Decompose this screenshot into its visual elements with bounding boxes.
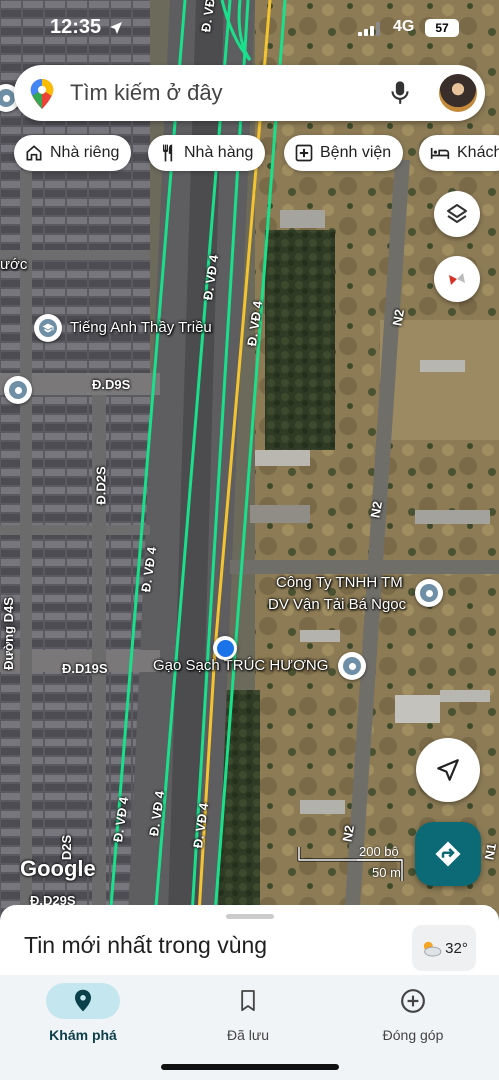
explore-pin-icon [75, 989, 91, 1012]
search-bar[interactable]: Tìm kiếm ở đây [14, 65, 485, 121]
bed-icon [430, 148, 450, 159]
hospital-icon [295, 144, 313, 162]
sheet-handle[interactable] [226, 914, 274, 919]
sheet-title: Tin mới nhất trong vùng [24, 932, 268, 958]
tab-label: Đã lưu [226, 1027, 270, 1043]
place-label-rice-shop[interactable]: Gạo Sạch TRÚC HƯƠNG [153, 657, 328, 674]
scale-top-label: 200 bộ [359, 844, 399, 859]
tab-saved[interactable]: Đã lưu [188, 983, 308, 1043]
place-label-school[interactable]: Tiếng Anh Thầy Triều [70, 319, 212, 336]
tab-label: Khám phá [49, 1027, 117, 1043]
navigation-arrow-icon [437, 759, 459, 781]
home-icon [26, 145, 42, 161]
road-label-d4s: Đường D4S [0, 597, 16, 670]
chip-label: Nhà riêng [50, 144, 120, 161]
place-label-company-2[interactable]: DV Vận Tải Bá Ngọc [268, 596, 406, 613]
layers-icon [447, 204, 467, 223]
road-label-n2: N2 [389, 308, 408, 327]
location-arrow-icon [110, 22, 122, 34]
chip-label: Bệnh viện [320, 144, 392, 161]
tab-label: Đóng góp [382, 1027, 444, 1043]
status-bar: 12:35 4G 57 [0, 14, 499, 44]
chip-restaurant[interactable]: Nhà hàng [148, 135, 266, 171]
compass-icon [449, 273, 465, 285]
chip-hospital[interactable]: Bệnh viện [284, 135, 404, 171]
google-attribution: Google [20, 856, 96, 881]
category-chips: Nhà riêng Nhà hàng Bệnh viện Khách [14, 135, 499, 171]
rice-shop-pin[interactable] [338, 652, 366, 680]
mic-icon[interactable] [390, 79, 410, 107]
status-time: 12:35 [50, 16, 102, 38]
road-label-d2s: Đ.D2S [93, 466, 109, 505]
chip-label: Khách [457, 144, 499, 161]
tab-explore[interactable]: Khám phá [23, 983, 143, 1043]
place-pin[interactable] [4, 376, 32, 404]
chip-hotel[interactable]: Khách [419, 135, 499, 171]
add-circle-icon [401, 989, 425, 1013]
weather-chip[interactable]: 32° [412, 925, 476, 971]
network-type: 4G [393, 18, 415, 35]
road-label-n1: N1 [481, 842, 499, 861]
partly-cloudy-icon [423, 941, 442, 957]
battery-indicator: 57 [425, 19, 459, 37]
road-label-d19s: Đ.D19S [62, 661, 108, 676]
graduation-cap-icon [42, 323, 54, 333]
company-pin[interactable] [415, 579, 443, 607]
school-pin[interactable] [34, 314, 62, 342]
place-label-partial: ước [0, 256, 28, 273]
bookmark-icon [241, 990, 255, 1012]
chip-label: Nhà hàng [184, 144, 254, 161]
search-input[interactable]: Tìm kiếm ở đây [70, 80, 223, 106]
road-label-n2: N2 [367, 500, 386, 519]
layers-button[interactable] [434, 191, 480, 237]
avatar[interactable] [439, 74, 477, 112]
my-location-button[interactable] [416, 738, 480, 802]
map-scale: 200 bộ 50 m [297, 843, 407, 883]
road-label-d9s: Đ.D9S [92, 377, 131, 392]
home-indicator[interactable] [161, 1064, 339, 1070]
google-maps-pin-icon [30, 79, 54, 109]
road-label-n2: N2 [339, 824, 358, 843]
fork-knife-icon [163, 144, 173, 162]
compass-button[interactable] [434, 256, 480, 302]
directions-icon [435, 841, 461, 867]
temperature: 32° [445, 939, 468, 957]
signal-icon [358, 22, 380, 36]
scale-bottom-label: 50 m [372, 865, 401, 880]
directions-button[interactable] [415, 822, 481, 886]
place-label-company-1[interactable]: Công Ty TNHH TM [276, 574, 403, 591]
tab-contribute[interactable]: Đóng góp [353, 983, 473, 1043]
bottom-sheet[interactable]: Tin mới nhất trong vùng 32° [0, 905, 499, 980]
chip-home[interactable]: Nhà riêng [14, 135, 132, 171]
current-location-dot [213, 636, 237, 660]
